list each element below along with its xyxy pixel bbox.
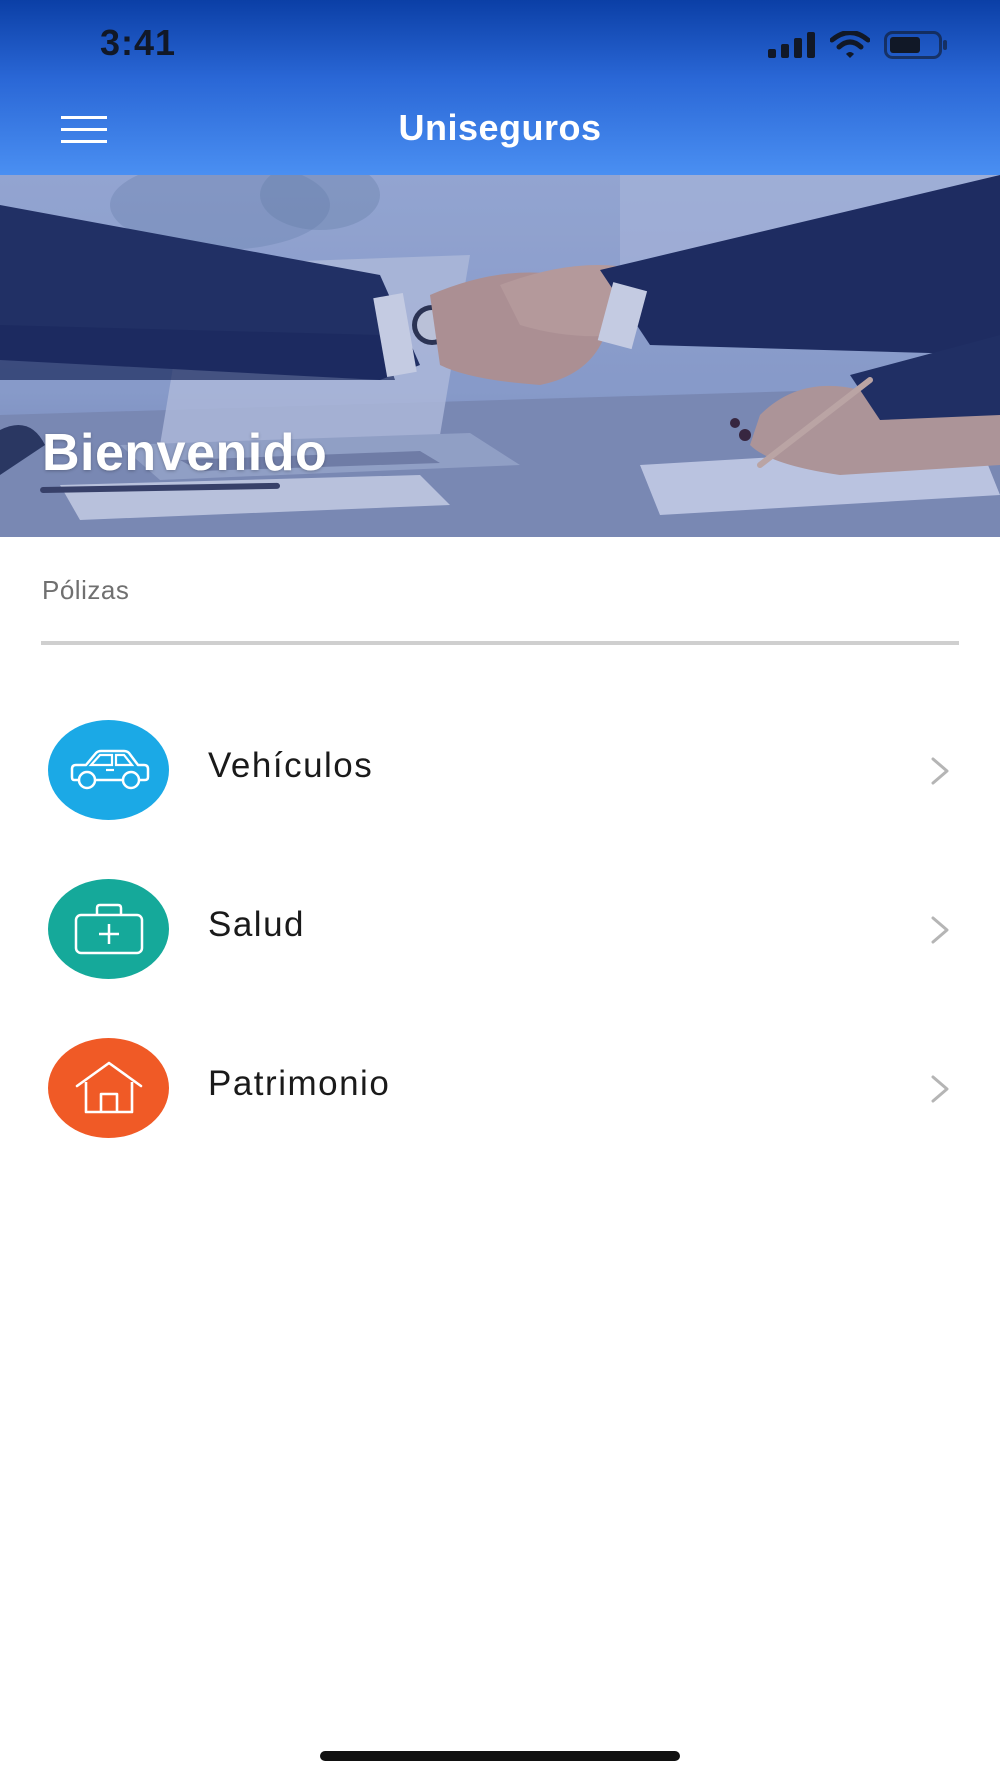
app-header: 3:41 Uniseguros	[0, 0, 1000, 175]
battery-icon	[884, 31, 948, 59]
cellular-signal-icon	[768, 32, 816, 58]
status-time: 3:41	[100, 22, 177, 63]
chevron-right-icon	[931, 1075, 949, 1103]
section-divider	[41, 641, 959, 645]
policy-label: Patrimonio	[208, 1064, 391, 1103]
home-indicator[interactable]	[320, 1751, 680, 1761]
app-screen: 3:41 Uniseguros Bienvenido Pólizas Vehíc…	[0, 0, 1000, 1778]
chevron-right-icon	[931, 757, 949, 785]
status-icons	[768, 30, 948, 60]
section-label: Pólizas	[42, 575, 130, 605]
policy-list: Vehículos Salud Patrimonio	[0, 690, 1000, 1167]
chevron-right-icon	[931, 916, 949, 944]
policy-label: Salud	[208, 905, 306, 944]
app-title: Uniseguros	[398, 107, 602, 148]
hero-banner: Bienvenido	[0, 175, 1000, 537]
house-icon	[48, 1038, 169, 1138]
medical-briefcase-icon	[48, 879, 169, 979]
policy-item-patrimonio[interactable]: Patrimonio	[0, 1008, 1000, 1167]
car-icon	[48, 720, 169, 820]
policy-item-salud[interactable]: Salud	[0, 849, 1000, 1008]
welcome-title: Bienvenido	[42, 424, 328, 482]
wifi-icon	[830, 31, 870, 59]
policy-label: Vehículos	[208, 746, 374, 785]
policy-item-vehiculos[interactable]: Vehículos	[0, 690, 1000, 849]
